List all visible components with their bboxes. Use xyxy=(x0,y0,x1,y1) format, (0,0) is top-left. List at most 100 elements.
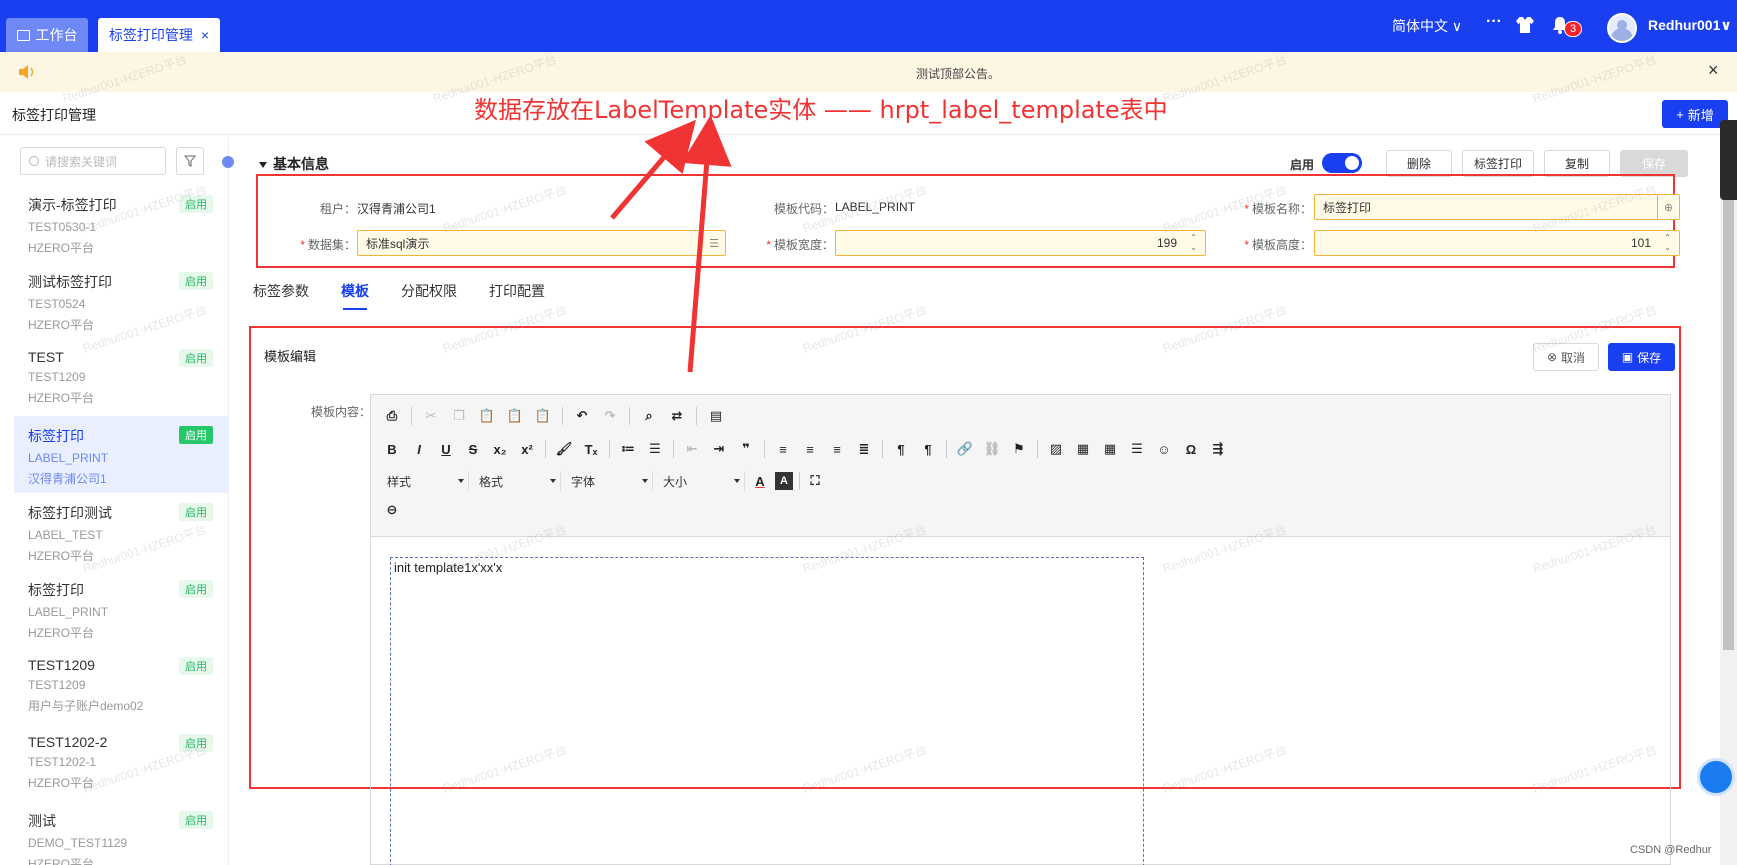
replace-icon[interactable]: ⇄ xyxy=(668,407,686,425)
format-select[interactable]: 格式 xyxy=(475,471,561,491)
emoji-icon[interactable]: ☺ xyxy=(1155,440,1173,458)
cut-icon[interactable]: ✂ xyxy=(422,407,440,425)
list-item[interactable]: TEST TEST1209 HZERO平台 启用 xyxy=(14,339,229,416)
italic-icon[interactable]: I xyxy=(410,440,428,458)
superscript-icon[interactable]: x² xyxy=(518,440,536,458)
copy-icon[interactable]: ❐ xyxy=(450,407,468,425)
underline-icon[interactable]: U xyxy=(437,440,455,458)
add-template-button[interactable]: + 新增 xyxy=(1662,100,1728,128)
video-icon[interactable]: ▦ xyxy=(1074,440,1092,458)
rtl-icon[interactable]: ¶ xyxy=(919,440,937,458)
copy-button[interactable]: 复制 xyxy=(1544,150,1610,177)
tab-assign-permissions[interactable]: 分配权限 xyxy=(401,281,457,301)
required-mark: * xyxy=(766,238,771,252)
avatar[interactable] xyxy=(1607,13,1637,43)
delete-button[interactable]: 删除 xyxy=(1386,150,1452,177)
template-width-field[interactable]: 199 ⌃ ⌄ xyxy=(835,230,1206,256)
add-button-label: 新增 xyxy=(1687,107,1714,123)
image-icon[interactable]: ▨ xyxy=(1047,440,1065,458)
ltr-icon[interactable]: ¶ xyxy=(892,440,910,458)
cancel-button[interactable]: ⊗ 取消 xyxy=(1533,343,1599,371)
tab-label-params[interactable]: 标签参数 xyxy=(253,281,309,301)
align-justify-icon[interactable]: ≣ xyxy=(855,440,873,458)
blockquote-icon[interactable]: ❞ xyxy=(737,440,755,458)
tab-close-icon[interactable]: × xyxy=(201,27,209,43)
save-button-disabled[interactable]: 保存 xyxy=(1620,150,1688,177)
find-icon[interactable]: ⌕ xyxy=(640,407,658,425)
template-icon[interactable]: ▤ xyxy=(707,407,725,425)
undo-icon[interactable]: ↶ xyxy=(573,407,591,425)
paste-text-icon[interactable]: 📋 xyxy=(506,407,524,425)
format-painter-icon[interactable]: 🖌 xyxy=(555,440,573,458)
scrollbar-thumb[interactable] xyxy=(1723,150,1734,650)
table-icon[interactable]: ▦ xyxy=(1101,440,1119,458)
text-color-icon[interactable]: A xyxy=(751,472,769,490)
paste-word-icon[interactable]: 📋 xyxy=(534,407,552,425)
theme-shirt-icon[interactable] xyxy=(1516,17,1534,33)
basic-info-title[interactable]: 基本信息 xyxy=(259,154,329,174)
bold-icon[interactable]: B xyxy=(383,440,401,458)
size-select[interactable]: 大小 xyxy=(659,471,745,491)
user-menu[interactable]: Redhur001∨ xyxy=(1648,17,1732,34)
list-item[interactable]: TEST1209 TEST1209 用户与子账户demo02 启用 xyxy=(14,647,229,724)
style-select[interactable]: 样式 xyxy=(383,471,469,491)
tab-template[interactable]: 模板 xyxy=(341,281,369,310)
language-selector[interactable]: 简体中文 ∨ xyxy=(1392,16,1462,36)
horizontal-rule-icon[interactable]: ☰ xyxy=(1128,440,1146,458)
width-stepper-icon[interactable]: ⌃ ⌄ xyxy=(1190,233,1197,253)
tab-print-config[interactable]: 打印配置 xyxy=(489,281,545,301)
page-scrollbar[interactable] xyxy=(1720,135,1737,865)
bulleted-list-icon[interactable]: ☰ xyxy=(646,440,664,458)
template-document[interactable]: init template1x'xx'x xyxy=(390,557,1144,865)
font-select[interactable]: 字体 xyxy=(567,471,653,491)
background-color-icon[interactable]: A xyxy=(775,472,793,490)
close-icon[interactable]: × xyxy=(1708,60,1719,81)
list-item[interactable]: 测试 DEMO_TEST1129 HZERO平台 启用 xyxy=(14,801,229,865)
maximize-icon[interactable]: ⛶ xyxy=(806,472,824,490)
list-item[interactable]: 标签打印 LABEL_PRINT HZERO平台 启用 xyxy=(14,570,229,647)
height-stepper-icon[interactable]: ⌃ ⌄ xyxy=(1664,233,1671,253)
tab-label-print-management[interactable]: 标签打印管理 × xyxy=(98,18,220,52)
preview-icon[interactable]: ⎙ xyxy=(383,407,401,425)
side-widget[interactable] xyxy=(1720,120,1737,200)
filter-button[interactable] xyxy=(176,147,204,175)
indent-icon[interactable]: ⇥ xyxy=(710,440,728,458)
clear-format-icon[interactable]: Tₓ xyxy=(582,440,600,458)
search-input[interactable]: 请搜索关键词 xyxy=(20,147,166,175)
link-icon[interactable]: 🔗 xyxy=(956,440,974,458)
dataset-field[interactable]: 标准sql演示 ☰ xyxy=(357,230,726,256)
paste-icon[interactable]: 📋 xyxy=(478,407,496,425)
align-center-icon[interactable]: ≡ xyxy=(801,440,819,458)
link-alt-icon[interactable]: ⊖ xyxy=(383,501,401,519)
special-char-icon[interactable]: Ω xyxy=(1182,440,1200,458)
dataset-label-text: 数据集： xyxy=(307,238,356,252)
outdent-icon[interactable]: ⇤ xyxy=(683,440,701,458)
list-item[interactable]: 测试标签打印 TEST0524 HZERO平台 启用 xyxy=(14,262,229,339)
page-break-icon[interactable]: ⇶ xyxy=(1209,440,1227,458)
label-print-button[interactable]: 标签打印 xyxy=(1462,150,1534,177)
lookup-icon[interactable]: ☰ xyxy=(703,231,725,255)
align-left-icon[interactable]: ≡ xyxy=(774,440,792,458)
more-menu-icon[interactable]: ··· xyxy=(1486,13,1502,31)
anchor-flag-icon[interactable]: ⚑ xyxy=(1010,440,1028,458)
numbered-list-icon[interactable]: ≔ xyxy=(619,440,637,458)
help-float-icon[interactable] xyxy=(1697,758,1735,796)
list-item[interactable]: TEST1202-2 TEST1202-1 HZERO平台 启用 xyxy=(14,724,229,801)
strikethrough-icon[interactable]: S xyxy=(464,440,482,458)
enable-toggle[interactable] xyxy=(1322,153,1362,173)
status-badge: 启用 xyxy=(179,272,213,290)
align-right-icon[interactable]: ≡ xyxy=(828,440,846,458)
sidebar-collapse-icon[interactable] xyxy=(222,156,234,168)
template-content-text[interactable]: init template1x'xx'x xyxy=(394,560,502,575)
list-item-selected[interactable]: 标签打印 LABEL_PRINT 汉得青浦公司1 启用 xyxy=(14,416,229,493)
subscript-icon[interactable]: x₂ xyxy=(491,440,509,458)
unlink-icon[interactable]: ⛓ xyxy=(983,440,1001,458)
list-item[interactable]: 标签打印测试 LABEL_TEST HZERO平台 启用 xyxy=(14,493,229,570)
globe-icon[interactable]: ⊕ xyxy=(1657,195,1679,219)
tab-workbench[interactable]: 工作台 xyxy=(6,18,88,52)
template-height-field[interactable]: 101 ⌃ ⌄ xyxy=(1314,230,1680,256)
redo-icon[interactable]: ↷ xyxy=(601,407,619,425)
list-item[interactable]: 演示-标签打印 TEST0530-1 HZERO平台 启用 xyxy=(14,185,229,262)
template-name-field[interactable]: 标签打印 ⊕ xyxy=(1314,194,1680,220)
editor-save-button[interactable]: ▣ 保存 xyxy=(1608,343,1675,371)
